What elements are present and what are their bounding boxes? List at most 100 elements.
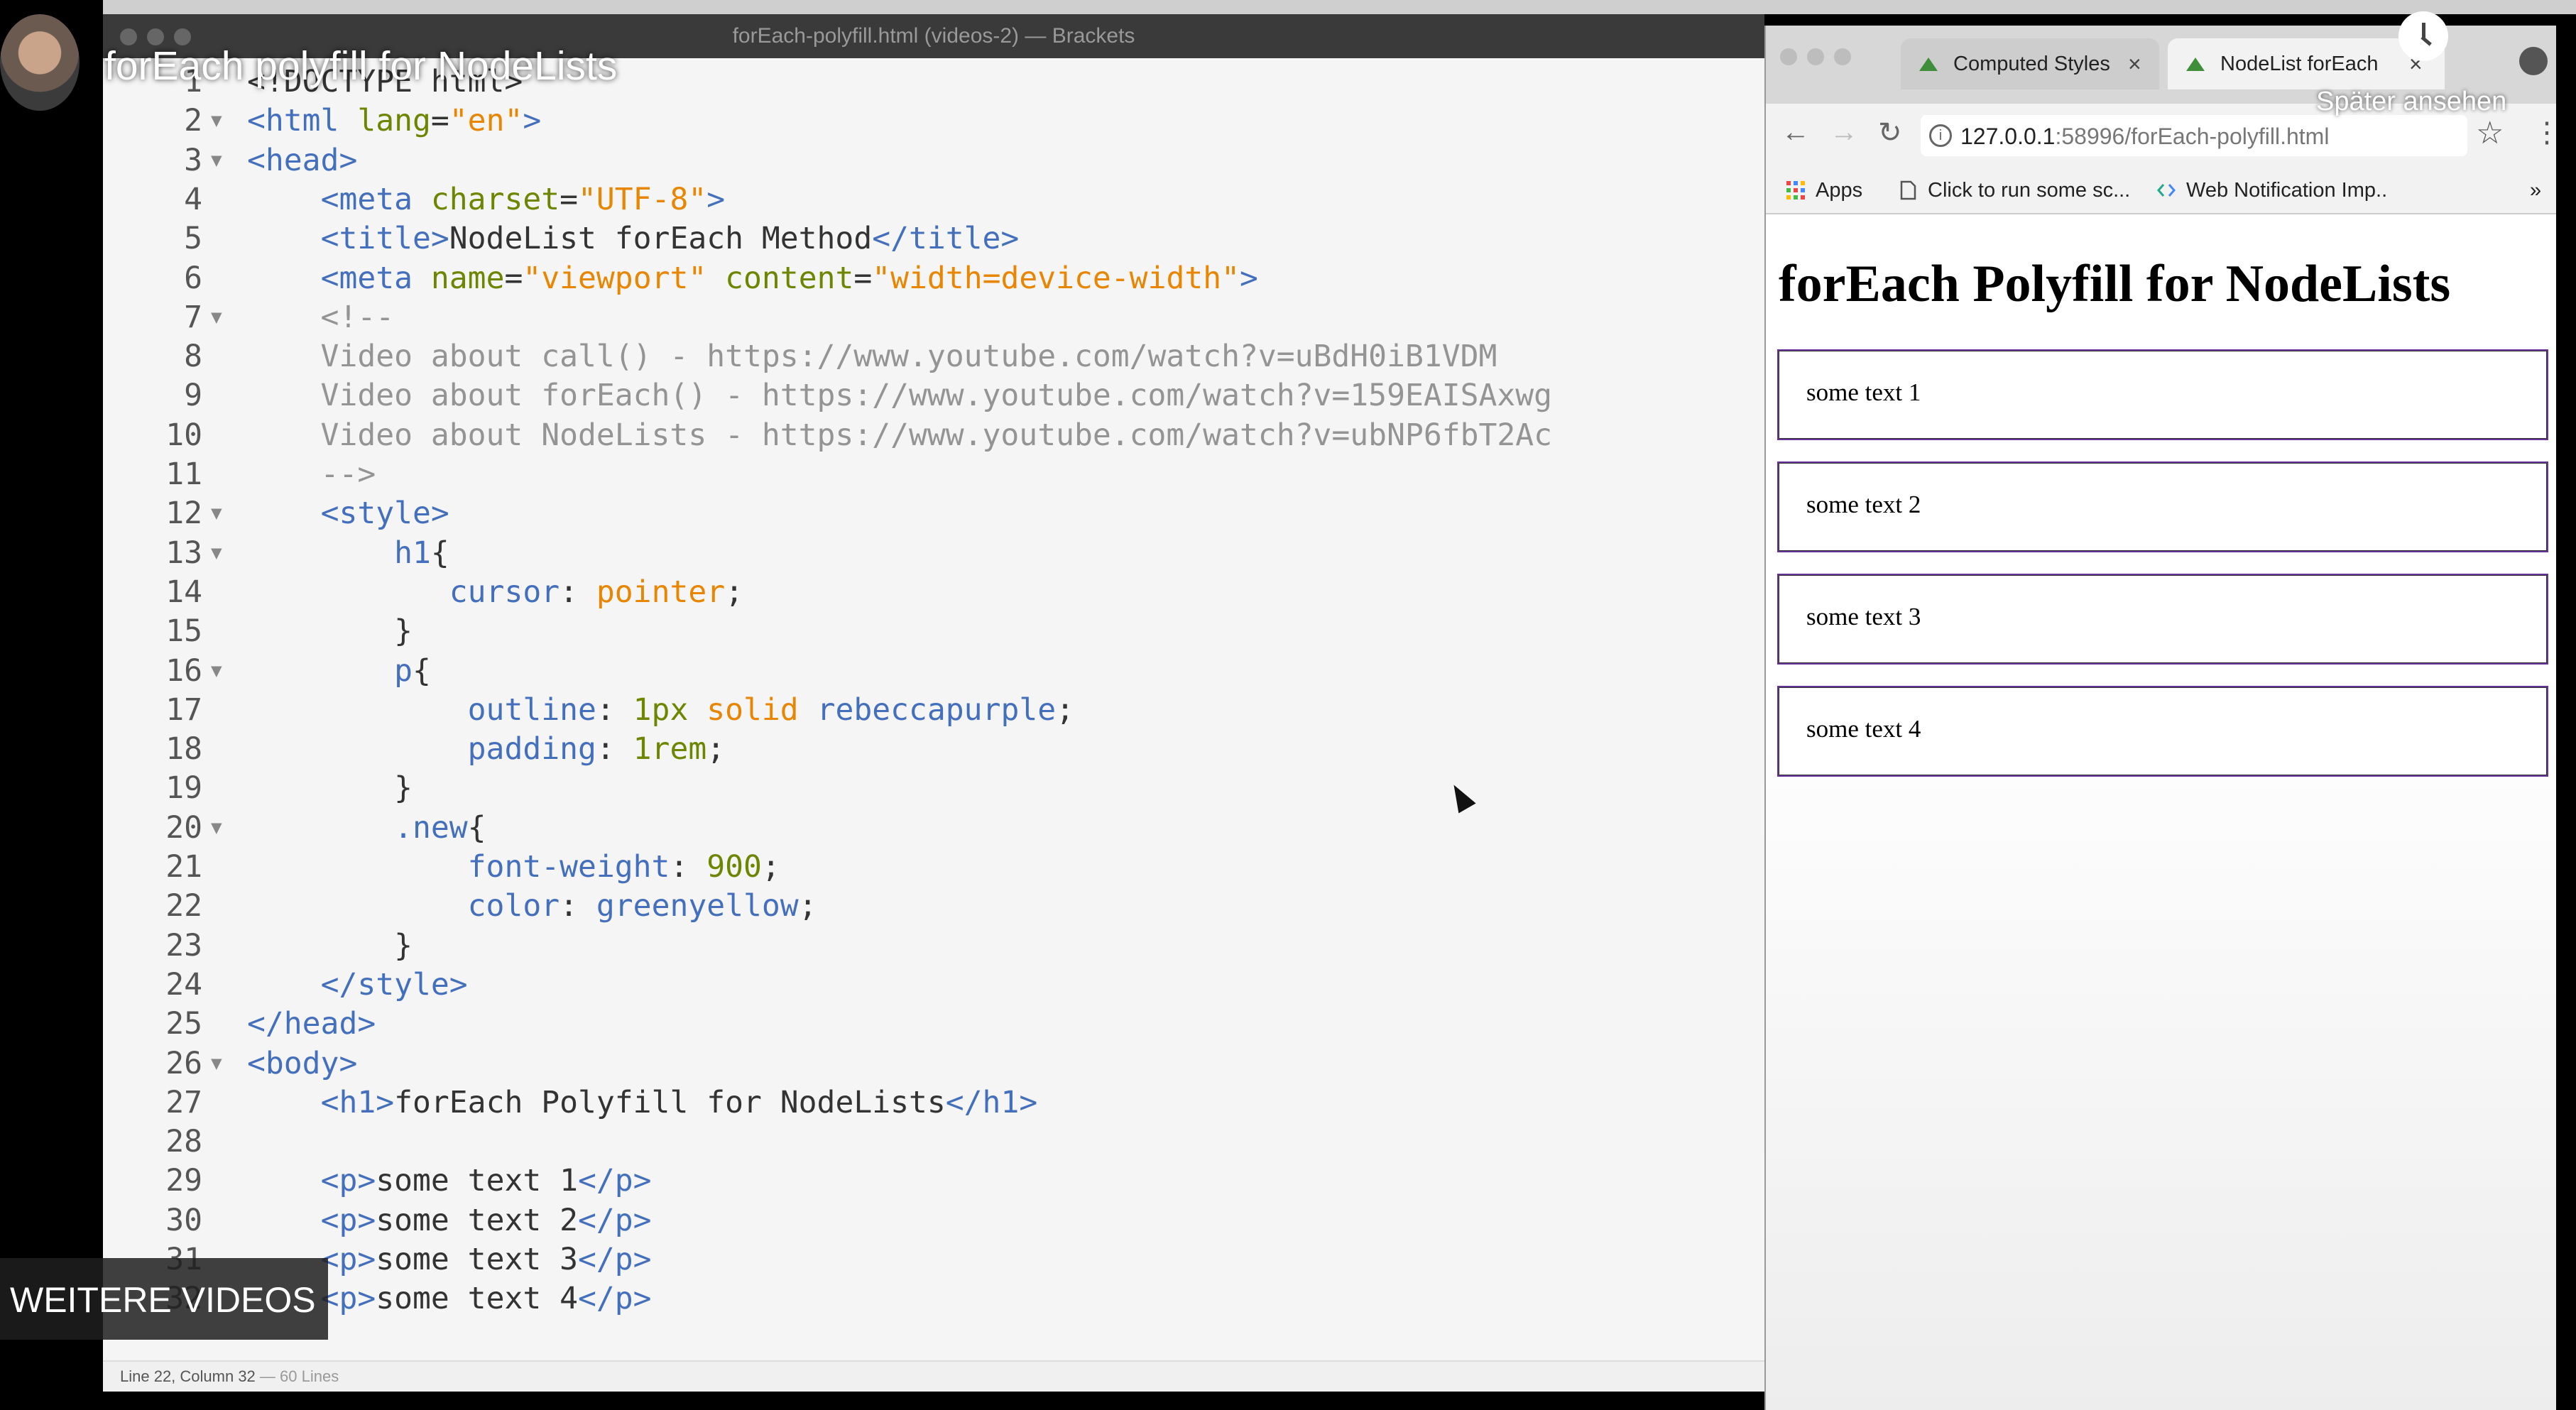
profile-icon[interactable] (2519, 47, 2548, 75)
page-paragraph: some text 1 (1777, 349, 2548, 440)
code-token: "UTF-8" (578, 181, 707, 217)
tab-close-icon[interactable]: × (2128, 51, 2141, 77)
fold-arrow-icon[interactable]: ▼ (211, 534, 222, 573)
code-line: 4 <meta charset="UTF-8"> (103, 180, 1764, 219)
tab-computed-styles[interactable]: Computed Styles × (1901, 38, 2159, 89)
code-token: </title> (872, 221, 1020, 257)
code-token: p (394, 652, 413, 689)
code-token: <p> (320, 1202, 376, 1238)
page-heading[interactable]: forEach Polyfill for NodeLists (1779, 254, 2450, 315)
code-line: 9 Video about forEach() - https://www.yo… (103, 376, 1764, 415)
code-token: --> (247, 457, 376, 492)
code-token: </h1> (945, 1084, 1038, 1120)
video-title[interactable]: forEach polyfill for NodeLists (104, 43, 617, 89)
fold-arrow-icon[interactable]: ▼ (211, 809, 222, 848)
fold-arrow-icon[interactable]: ▼ (211, 102, 222, 141)
bookmark-run-script[interactable]: Click to run some sc... (1898, 179, 2130, 202)
page-viewport: forEach Polyfill for NodeLists some text… (1766, 214, 2556, 1410)
code-line: 22 color: greenyellow; (103, 887, 1764, 926)
editor-status-bar: Line 22, Column 32 — 60 Lines (103, 1360, 1764, 1392)
code-token: <p> (320, 1163, 376, 1199)
channel-avatar[interactable] (0, 14, 80, 111)
bookmark-apps[interactable]: Apps (1786, 179, 1862, 202)
line-number: 28 (165, 1124, 202, 1160)
code-token: > (706, 181, 726, 217)
browser-menu-icon[interactable]: ⋮ (2533, 116, 2561, 149)
code-text: h1{ (247, 534, 449, 573)
code-token: content (725, 260, 854, 296)
code-line: 14 cursor: pointer; (103, 573, 1764, 612)
watch-later-clock-icon[interactable] (2398, 11, 2448, 61)
code-token: some text 2 (376, 1202, 579, 1238)
code-line: 28 (103, 1122, 1764, 1162)
code-token: <style> (320, 496, 449, 532)
line-number: 27 (165, 1084, 202, 1120)
line-number: 10 (165, 417, 202, 453)
code-line: 5 <title>NodeList forEach Method</title> (103, 219, 1764, 258)
browser-window: Computed Styles × NodeList forEach × ← →… (1764, 26, 2561, 1410)
code-token: Video about call() - https://www.youtube… (247, 339, 1497, 375)
fold-arrow-icon[interactable]: ▼ (211, 652, 222, 691)
code-token: : (596, 731, 633, 767)
line-number: 9 (184, 378, 202, 414)
fold-arrow-icon[interactable]: ▼ (211, 1044, 222, 1083)
line-number: 5 (184, 221, 202, 257)
code-line: 17 outline: 1px solid rebeccapurple; (103, 691, 1764, 730)
apps-grid-icon (1786, 181, 1805, 200)
more-videos-button[interactable]: WEITERE VIDEOS (0, 1258, 328, 1340)
code-line: 29 <p>some text 1</p> (103, 1162, 1764, 1201)
page-paragraph: some text 3 (1777, 574, 2548, 665)
line-number: 17 (165, 692, 202, 728)
fold-arrow-icon[interactable]: ▼ (211, 494, 222, 533)
code-token: solid (706, 692, 799, 728)
browser-minimize-button[interactable] (1807, 48, 1824, 65)
line-number: 13 (165, 535, 202, 571)
forward-icon[interactable]: → (1830, 116, 1858, 148)
code-token: </style> (320, 966, 468, 1002)
site-info-icon[interactable]: i (1929, 124, 1952, 147)
bookmarks-overflow-icon[interactable]: » (2530, 179, 2541, 202)
code-token: outline (467, 692, 596, 728)
code-line: 11 --> (103, 455, 1764, 494)
code-token: : (560, 574, 596, 610)
code-text: <meta charset="UTF-8"> (247, 180, 726, 219)
code-token: { (413, 652, 431, 689)
line-number: 16 (165, 652, 202, 689)
code-text: <title>NodeList forEach Method</title> (247, 219, 1020, 258)
line-number: 19 (165, 770, 202, 807)
bookmark-star-icon[interactable]: ☆ (2476, 115, 2504, 151)
line-number: 20 (165, 809, 202, 846)
code-text: color: greenyellow; (247, 887, 817, 926)
address-bar[interactable]: i 127.0.0.1:58996/forEach-polyfill.html (1921, 115, 2467, 156)
code-token: ; (798, 888, 817, 924)
code-token: ; (706, 731, 726, 767)
back-icon[interactable]: ← (1781, 116, 1810, 148)
fold-arrow-icon[interactable]: ▼ (211, 141, 222, 180)
code-token: pointer (596, 574, 726, 610)
code-text: </style> (247, 966, 468, 1005)
line-number: 26 (165, 1045, 202, 1081)
code-line: 21 font-weight: 900; (103, 848, 1764, 887)
watch-later-label[interactable]: Später ansehen (2316, 87, 2506, 117)
bookmark-label: Web Notification Imp.. (2186, 179, 2388, 202)
cursor-position: Line 22, Column 32 (120, 1367, 256, 1385)
bookmark-web-notification[interactable]: Web Notification Imp.. (2156, 179, 2387, 202)
browser-close-button[interactable] (1780, 48, 1797, 65)
reload-icon[interactable]: ↻ (1878, 116, 1902, 149)
code-line: 24 </style> (103, 966, 1764, 1005)
browser-zoom-button[interactable] (1834, 48, 1851, 65)
line-number: 2 (184, 103, 202, 139)
code-token: forEach Polyfill for NodeLists (394, 1084, 946, 1120)
line-number: 11 (165, 457, 202, 492)
code-editor[interactable]: 1 <!DOCTYPE html> 2 ▼ <html lang="en"> 3 ▼ <hea… (103, 58, 1764, 1360)
fold-arrow-icon[interactable]: ▼ (211, 298, 222, 337)
bookmark-label: Apps (1816, 179, 1863, 202)
code-token: = (853, 260, 873, 296)
line-number: 14 (165, 574, 202, 610)
